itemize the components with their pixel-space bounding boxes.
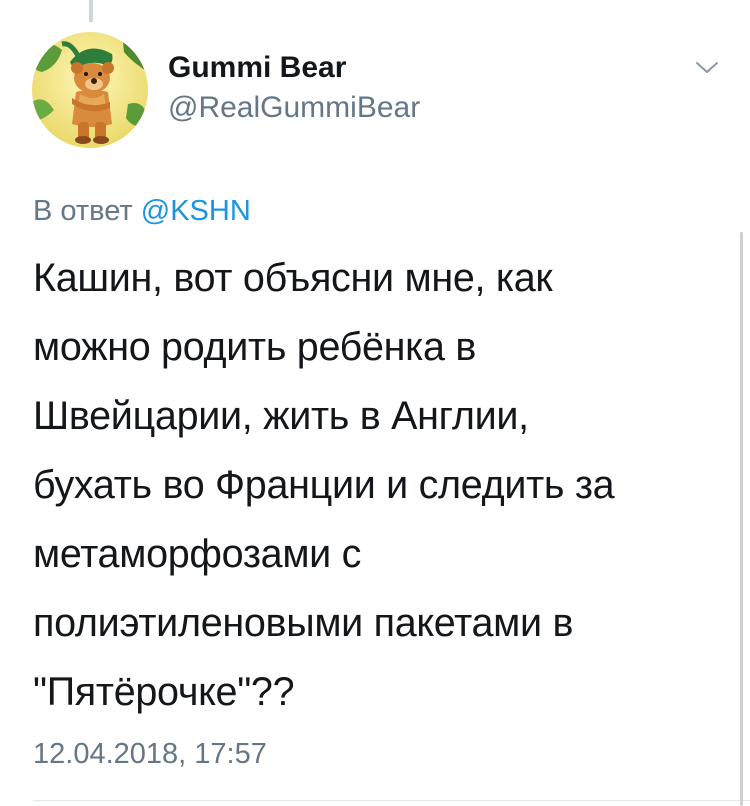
scrollbar[interactable]	[740, 232, 743, 806]
thread-connector-line	[89, 0, 93, 22]
gummi-bear-avatar-icon	[32, 32, 148, 148]
tweet-text-line: Кашин, вот объясни мне, как	[33, 256, 553, 300]
tweet-text-line: Швейцарии, жить в Англии,	[33, 394, 529, 438]
chevron-down-icon[interactable]	[694, 58, 720, 78]
display-name[interactable]: Gummi Bear	[168, 50, 346, 86]
tweet-text-line: можно родить ребёнка в	[33, 325, 477, 369]
reply-mention-link[interactable]: @KSHN	[141, 195, 251, 227]
user-handle[interactable]: @RealGummiBear	[168, 90, 420, 126]
tweet-text-line: метаморфозами с	[33, 532, 362, 576]
tweet-text: Кашин, вот объясни мне, как можно родить…	[33, 244, 733, 727]
tweet-text-line: бухать во Франции и следить за	[33, 463, 615, 507]
divider	[33, 800, 750, 801]
tweet-timestamp[interactable]: 12.04.2018, 17:57	[33, 736, 267, 772]
reply-context: В ответ @KSHN	[33, 193, 251, 229]
avatar[interactable]	[32, 32, 148, 148]
tweet-text-line: "Пятёрочке"??	[33, 670, 295, 714]
reply-prefix: В ответ	[33, 195, 141, 227]
tweet-text-line: полиэтиленовыми пакетами в	[33, 601, 574, 645]
